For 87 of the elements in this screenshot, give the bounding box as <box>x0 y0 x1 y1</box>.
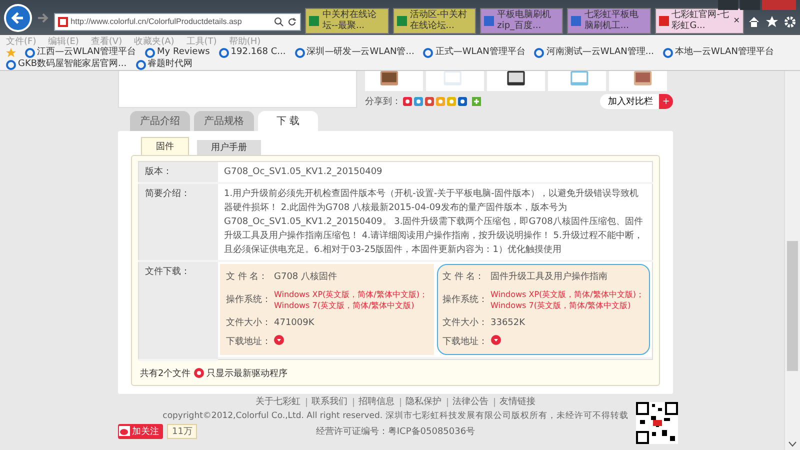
forward-icon[interactable] <box>36 10 50 24</box>
browser-tab[interactable]: 中关村在线论坛--最聚... <box>305 8 389 34</box>
field-label: 操作系统： <box>226 294 272 307</box>
favorite-link[interactable]: 河南测试—云WLAN管理... <box>534 47 654 58</box>
page-icon <box>294 48 305 58</box>
favorite-link[interactable]: GKB数码屋智能家居官网... <box>6 59 127 70</box>
search-icon[interactable] <box>274 16 284 26</box>
browser-tab[interactable]: 七彩虹平板电脑刷机工... <box>567 8 651 34</box>
footer-link[interactable]: 法律公告 <box>446 398 494 406</box>
share-icon[interactable] <box>414 97 423 106</box>
refresh-icon[interactable] <box>287 16 298 26</box>
field-label: 文 件 名： <box>226 270 269 284</box>
os-text: Windows XP(英文版，简体/繁体中文版)； Windows 7(英文版，简体/繁体中文版) <box>274 289 428 311</box>
page-icon <box>136 60 146 70</box>
product-tab[interactable]: 产品规格 <box>194 111 254 131</box>
table-cell: 版本： <box>138 162 218 183</box>
page-icon <box>534 48 544 58</box>
site-icon <box>571 16 582 26</box>
table-cell: 1.用户升级前必须先开机检查固件版本号（开机-设置-关于平板电脑-固件版本），以避免升级错误导致机器硬件损坏！ 2.此固件为G708 八核最新2015-04-09发布的量产固件版本，版本号为G708_Oc_SV1.05_KV1.2_20150409。 3.固件升级需下载两个压缩包，即G708八核固件压缩包、固件升级工具及用户操作指南压缩包！ 4.请详细阅读用户操作指南，按升级说明操作！ 5.升级过程不能中断，且必须保证供电充足。6.相对于03-25版固件，本固件更新内容为：1）优化触摸使用 <box>218 183 652 261</box>
favorite-link[interactable]: 正式—WLAN管理平台 <box>423 47 526 58</box>
favorite-link[interactable]: My Reviews <box>145 47 210 58</box>
home-icon[interactable] <box>748 16 760 28</box>
filter-label[interactable]: 只显示最新驱动程序 <box>206 366 288 380</box>
add-to-compare-button[interactable]: 加入对比栏 + <box>600 94 673 109</box>
footer-link[interactable]: 联系我们 <box>306 398 352 406</box>
file-name: G708 八核固件 <box>274 270 338 284</box>
eye-icon <box>119 426 130 436</box>
table-cell: 文件下载： <box>138 261 218 360</box>
download-icon[interactable] <box>274 335 284 345</box>
table-cell: 简要介绍： <box>138 183 218 261</box>
file-count: 共有2个文件 <box>140 368 191 380</box>
favorite-link[interactable]: 深圳—研发—云WLAN管... <box>294 47 414 58</box>
site-icon <box>58 16 68 26</box>
site-icon <box>309 16 320 26</box>
share-icon[interactable] <box>403 97 412 106</box>
favorite-link[interactable]: 江西—云WLAN管理平台 <box>25 47 136 58</box>
favorite-link[interactable]: 192.168 C... <box>218 47 286 58</box>
browser-tab[interactable]: 活动区-中关村在线论坛... <box>392 8 476 34</box>
site-icon <box>658 16 669 26</box>
address-field[interactable]: http://www.colorful.cn/ColorfulProductdetails.asp <box>54 12 302 30</box>
page-icon <box>145 48 156 58</box>
page-icon <box>423 48 434 58</box>
file-size: 33652K <box>490 317 526 330</box>
scrollbar[interactable] <box>784 71 800 450</box>
follower-count: 11万 <box>167 424 198 438</box>
settings-icon[interactable] <box>784 16 796 28</box>
star-icon[interactable] <box>766 16 778 28</box>
product-tab[interactable]: 下 载 <box>258 111 318 131</box>
product-tab[interactable]: 产品介绍 <box>130 111 190 131</box>
footer-link[interactable]: 友情链接 <box>494 398 540 406</box>
os-text: Windows XP(英文版，简体/繁体中文版)； Windows 7(英文版，简体/繁体中文版) <box>490 289 644 311</box>
site-icon <box>484 16 494 26</box>
page-icon <box>662 48 673 58</box>
table-cell: G708_Oc_SV1.05_KV1.2_20150409 <box>218 162 652 183</box>
footer-link[interactable]: 关于七彩虹 <box>250 398 306 406</box>
field-label: 文件大小： <box>442 316 488 330</box>
sub-tab[interactable]: 用户手册 <box>197 140 261 155</box>
share-icon[interactable] <box>425 97 434 106</box>
sub-tab[interactable]: 固件 <box>141 137 189 155</box>
footer-link[interactable]: 隐私保护 <box>400 398 446 406</box>
scroll-thumb[interactable] <box>787 241 798 371</box>
field-label: 下载地址： <box>442 336 488 349</box>
page-icon <box>218 48 229 58</box>
license-text: 经营许可证编号：粤ICP备05085036号 <box>316 426 476 438</box>
share-icon[interactable] <box>458 97 467 106</box>
site-icon <box>396 16 407 26</box>
file-name: 固件升级工具及用户操作指南 <box>490 270 608 284</box>
field-label: 下载地址： <box>226 336 272 349</box>
share-label: 分享到： <box>365 96 401 108</box>
copyright-text: copyright©2012,Colorful Co.,Ltd. All right reserved. 深圳市七彩虹科技发展有限公司版权所有，未经许可不得转载 <box>162 410 628 422</box>
plus-icon[interactable] <box>472 97 481 106</box>
radio-icon[interactable] <box>194 368 204 378</box>
arrow-icon <box>10 10 25 24</box>
favorites-star-icon[interactable] <box>6 48 16 58</box>
back-button[interactable] <box>4 4 32 32</box>
browser-tab[interactable]: 平板电脑刷机 zip_百度... <box>480 8 564 34</box>
footer-link[interactable]: 招聘信息 <box>352 398 400 406</box>
follow-button[interactable]: 加关注 <box>118 424 163 438</box>
favorite-link[interactable]: 睿题时代网 <box>136 59 193 70</box>
qr-code-icon <box>636 402 678 444</box>
favorite-link[interactable]: 本地—云WLAN管理平台 <box>662 47 774 58</box>
arrow-down-icon[interactable] <box>788 441 797 447</box>
file-size: 471009K <box>274 317 316 330</box>
field-label: 文 件 名： <box>442 270 486 284</box>
field-label: 操作系统： <box>442 294 488 307</box>
download-icon[interactable] <box>490 335 500 345</box>
field-label: 文件大小： <box>226 316 272 330</box>
